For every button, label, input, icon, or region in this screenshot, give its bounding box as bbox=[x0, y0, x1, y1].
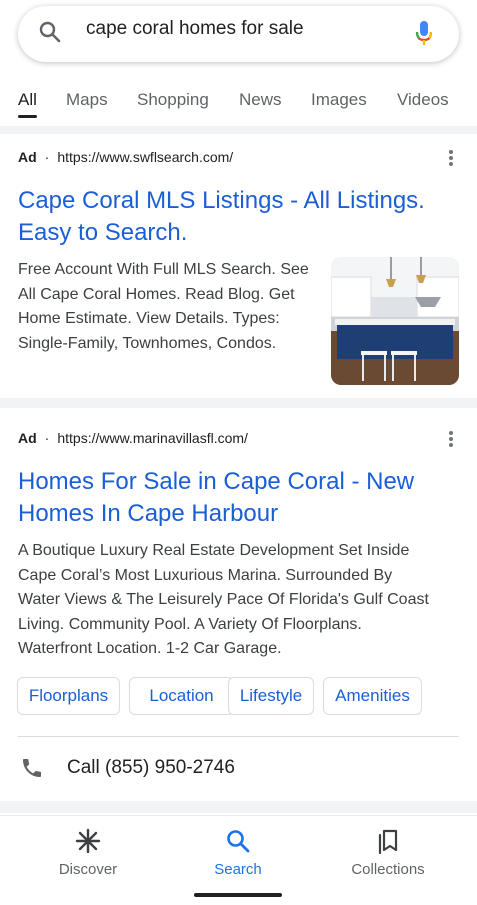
search-icon bbox=[227, 830, 250, 853]
bottom-navigation: Discover Search Collections bbox=[0, 815, 477, 905]
tab-news[interactable]: News bbox=[239, 90, 282, 110]
ad-description-line: Single-Family, Townhomes, Condos. bbox=[18, 334, 277, 352]
asterisk-icon bbox=[75, 828, 101, 854]
ad-description-line: Free Account With Full MLS Search. See bbox=[18, 261, 309, 278]
collections-icon bbox=[378, 829, 398, 854]
nav-label: Search bbox=[214, 861, 262, 878]
search-tabs: All Maps Shopping News Images Videos bbox=[0, 84, 477, 120]
sitelink-lifestyle[interactable]: Lifestyle bbox=[228, 677, 314, 715]
ad-label: Ad bbox=[18, 149, 37, 165]
tab-shopping[interactable]: Shopping bbox=[137, 90, 209, 110]
active-tab-indicator bbox=[18, 115, 37, 118]
ad-description-line: Waterfront Location. 1-2 Car Garage. bbox=[18, 640, 282, 657]
home-indicator[interactable] bbox=[194, 893, 282, 897]
ad-description-line: Living. Community Pool. A Variety Of Flo… bbox=[18, 615, 362, 633]
ad-label: Ad bbox=[18, 430, 37, 446]
divider bbox=[18, 736, 459, 737]
nav-collections[interactable]: Collections bbox=[323, 816, 453, 896]
ad-url-line[interactable]: Ad · https://www.swflsearch.com/ bbox=[18, 149, 233, 165]
separator: · bbox=[44, 149, 50, 165]
divider bbox=[0, 398, 477, 408]
microphone-icon[interactable] bbox=[414, 20, 434, 48]
search-icon[interactable] bbox=[38, 20, 62, 44]
search-input[interactable] bbox=[86, 14, 386, 44]
ad-description-line: Water Views & The Leisurely Pace Of Flor… bbox=[18, 591, 429, 608]
ad-url[interactable]: https://www.swflsearch.com/ bbox=[57, 149, 233, 165]
ad-title-line-1[interactable]: Cape Coral MLS Listings - All Listings. bbox=[18, 185, 425, 217]
divider bbox=[0, 801, 477, 813]
ad-description-line: A Boutique Luxury Real Estate Developmen… bbox=[18, 542, 410, 559]
ad-url[interactable]: https://www.marinavillasfl.com/ bbox=[57, 430, 248, 446]
call-button[interactable]: Call (855) 950-2746 bbox=[67, 757, 235, 779]
ad-description-line: Home Estimate. View Details. Types: bbox=[18, 310, 280, 327]
separator: · bbox=[44, 430, 50, 446]
tab-videos[interactable]: Videos bbox=[397, 90, 449, 110]
ad-title-line-1[interactable]: Homes For Sale in Cape Coral - New bbox=[18, 466, 414, 498]
ad-description-line: Cape Coral’s Most Luxurious Marina. Surr… bbox=[18, 566, 393, 584]
sitelink-location[interactable]: Location bbox=[129, 677, 234, 715]
ad-url-line[interactable]: Ad · https://www.marinavillasfl.com/ bbox=[18, 430, 248, 446]
more-options-icon[interactable] bbox=[446, 431, 456, 447]
divider bbox=[0, 126, 477, 134]
tab-maps[interactable]: Maps bbox=[66, 90, 108, 110]
sitelink-floorplans[interactable]: Floorplans bbox=[17, 677, 120, 715]
phone-icon[interactable] bbox=[20, 756, 44, 780]
tab-all[interactable]: All bbox=[18, 90, 37, 110]
nav-label: Collections bbox=[351, 861, 425, 878]
tab-images[interactable]: Images bbox=[311, 90, 367, 110]
nav-discover[interactable]: Discover bbox=[23, 816, 153, 896]
sitelink-amenities[interactable]: Amenities bbox=[323, 677, 422, 715]
more-options-icon[interactable] bbox=[446, 150, 456, 166]
ad-description-line: All Cape Coral Homes. Read Blog. Get bbox=[18, 285, 295, 303]
ad-title-line-2[interactable]: Homes In Cape Harbour bbox=[18, 498, 278, 530]
kitchen-photo[interactable] bbox=[331, 257, 459, 385]
nav-search[interactable]: Search bbox=[173, 816, 303, 896]
nav-label: Discover bbox=[58, 861, 118, 878]
ad-title-line-2[interactable]: Easy to Search. bbox=[18, 217, 187, 249]
